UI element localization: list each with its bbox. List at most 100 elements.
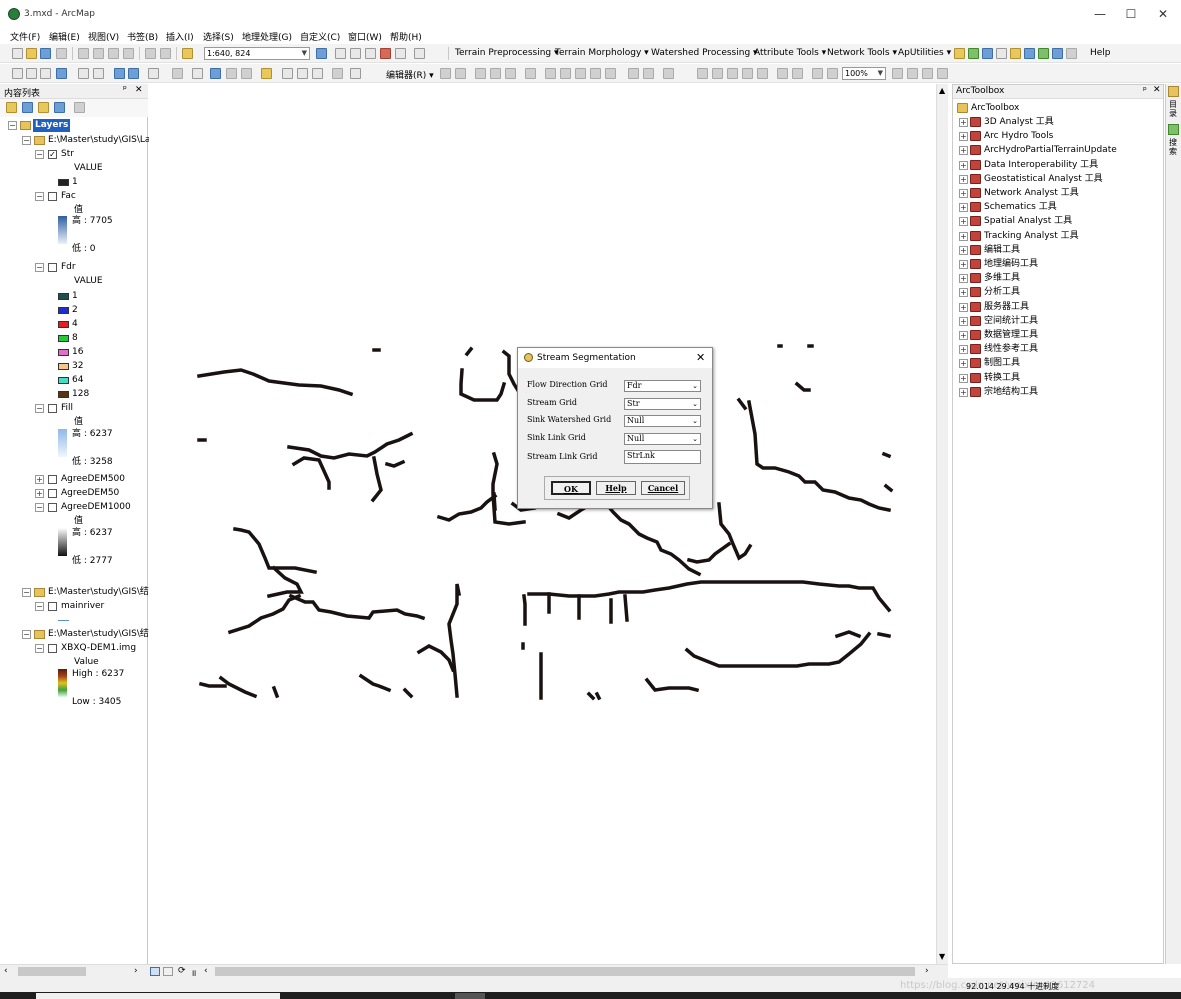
taskbar-item[interactable] [455, 993, 485, 999]
toolbox-item[interactable]: Spatial Analyst 工具 [984, 214, 1072, 228]
collapse-icon[interactable]: − [22, 136, 31, 145]
toc-scroll-left-icon[interactable]: ‹ [4, 966, 8, 976]
toolbox-item[interactable]: Network Analyst 工具 [984, 186, 1079, 200]
straight-segment-icon[interactable] [475, 68, 486, 79]
hyperlink-icon[interactable] [226, 68, 237, 79]
html-popup-icon[interactable] [241, 68, 252, 79]
undo-icon[interactable] [145, 48, 156, 59]
menu-windows[interactable]: 窗口(W) [348, 30, 382, 43]
arctoolbox-root[interactable]: ArcToolbox [971, 101, 1019, 115]
edit-vertices-icon[interactable] [545, 68, 556, 79]
sketch-properties-icon[interactable] [643, 68, 654, 79]
expand-icon[interactable]: + [959, 359, 968, 369]
expand-icon[interactable]: + [959, 231, 968, 241]
help-button[interactable]: Help [596, 481, 636, 495]
layout-zoom-out-icon[interactable] [712, 68, 723, 79]
layer-mainriver[interactable]: mainriver [61, 600, 104, 613]
toc-close-button[interactable]: ✕ [135, 85, 143, 95]
reshape-icon[interactable] [560, 68, 571, 79]
attributes-icon[interactable] [628, 68, 639, 79]
menu-bookmarks[interactable]: 书签(B) [127, 30, 158, 43]
go-back-extent-icon[interactable] [812, 68, 823, 79]
layer-visibility-checkbox[interactable] [48, 263, 57, 272]
expand-icon[interactable]: + [959, 316, 968, 326]
toolbox-item[interactable]: 数据管理工具 [984, 328, 1038, 342]
redo-icon[interactable] [160, 48, 171, 59]
save-icon[interactable] [40, 48, 51, 59]
fixed-zoom-in-icon[interactable] [78, 68, 89, 79]
arc-hydro-tool-2-icon[interactable] [968, 48, 979, 59]
pin-icon[interactable]: ᵖ [123, 85, 127, 95]
arc-hydro-tool-1-icon[interactable] [954, 48, 965, 59]
group-folder-3[interactable]: E:\Master\study\GIS\结 [48, 628, 149, 641]
expand-icon[interactable]: + [959, 160, 968, 170]
flag-icon[interactable] [1052, 48, 1063, 59]
layer-visibility-checkbox[interactable]: ✓ [48, 150, 57, 159]
dialog-close-button[interactable]: ✕ [696, 351, 705, 364]
collapse-icon[interactable]: − [35, 263, 44, 272]
collapse-icon[interactable]: − [35, 404, 44, 413]
search-window-icon[interactable] [365, 48, 376, 59]
model-builder-icon[interactable] [414, 48, 425, 59]
create-features-icon[interactable] [663, 68, 674, 79]
menu-view[interactable]: 视图(V) [88, 30, 119, 43]
cancel-button[interactable]: Cancel [641, 481, 685, 495]
toolbox-item[interactable]: 编辑工具 [984, 243, 1020, 257]
collapse-icon[interactable]: − [35, 192, 44, 201]
copy-icon[interactable] [93, 48, 104, 59]
menu-insert[interactable]: 插入(I) [166, 30, 194, 43]
menu-help[interactable]: 帮助(H) [390, 30, 422, 43]
toc-scroll-thumb[interactable] [18, 967, 86, 976]
toolbox-item[interactable]: 服务器工具 [984, 300, 1029, 314]
expand-icon[interactable]: + [959, 387, 968, 397]
catalog-tab-icon[interactable] [1168, 86, 1179, 97]
layer-visibility-checkbox[interactable] [48, 192, 57, 201]
expand-icon[interactable]: + [959, 260, 968, 269]
scroll-down-icon[interactable]: ▼ [939, 952, 945, 961]
expand-icon[interactable]: + [35, 475, 44, 484]
editor-toolbar-icon[interactable] [316, 48, 327, 59]
change-layout-icon[interactable] [922, 68, 933, 79]
stream-link-grid-input[interactable]: StrLnk [624, 450, 701, 464]
maximize-button[interactable]: ☐ [1116, 4, 1146, 24]
clear-selection-icon[interactable] [172, 68, 183, 79]
aputilities-menu[interactable]: ApUtilities ▾ [898, 48, 951, 58]
search-tab[interactable]: 搜索 [1169, 138, 1179, 156]
expand-icon[interactable]: + [959, 146, 968, 156]
select-features-icon[interactable] [148, 68, 159, 79]
go-forward-extent-icon[interactable] [827, 68, 838, 79]
pencil-icon[interactable] [1066, 48, 1077, 59]
ok-button[interactable]: OK [551, 481, 591, 495]
globe-icon[interactable] [1038, 48, 1049, 59]
go-to-xy-icon[interactable] [312, 68, 323, 79]
edit-annotation-icon[interactable] [455, 68, 466, 79]
toolbox-item[interactable]: Geostatistical Analyst 工具 [984, 172, 1103, 186]
map-scale-combo[interactable]: 1:640, 824 ▼ [204, 47, 310, 60]
collapse-icon[interactable]: − [35, 644, 44, 653]
list-by-drawing-order-icon[interactable] [6, 102, 17, 113]
find-route-icon[interactable] [297, 68, 308, 79]
toolbox-item[interactable]: 分析工具 [984, 285, 1020, 299]
toolbox-item[interactable]: 地理编码工具 [984, 257, 1038, 271]
arctoolbox-icon[interactable] [380, 48, 391, 59]
toc-options-icon[interactable] [74, 102, 85, 113]
endpoint-arc-icon[interactable] [490, 68, 501, 79]
layer-agreedem500[interactable]: AgreeDEM500 [61, 473, 125, 486]
catalog-icon[interactable] [350, 48, 361, 59]
layout-view-icon[interactable] [163, 967, 173, 976]
scroll-up-icon[interactable]: ▲ [939, 86, 945, 95]
delete-icon[interactable] [123, 48, 134, 59]
map-view[interactable] [149, 84, 935, 964]
group-folder-1[interactable]: E:\Master\study\GIS\La [48, 134, 150, 147]
help-menu[interactable]: Help [1090, 48, 1111, 58]
layout-zoom-in-icon[interactable] [697, 68, 708, 79]
point-icon[interactable] [525, 68, 536, 79]
catalog-tab[interactable]: 目录 [1169, 100, 1179, 118]
toolbox-item[interactable]: 线性参考工具 [984, 342, 1038, 356]
network-tools-menu[interactable]: Network Tools ▾ [827, 48, 897, 58]
dialog-field-select[interactable]: Fdr ⌄ [624, 380, 701, 392]
search-tab-icon[interactable] [1168, 124, 1179, 135]
expand-icon[interactable]: + [959, 331, 968, 340]
toolbox-item[interactable]: Schematics 工具 [984, 200, 1057, 214]
map-vertical-scrollbar[interactable]: ▲ ▼ [936, 84, 948, 964]
